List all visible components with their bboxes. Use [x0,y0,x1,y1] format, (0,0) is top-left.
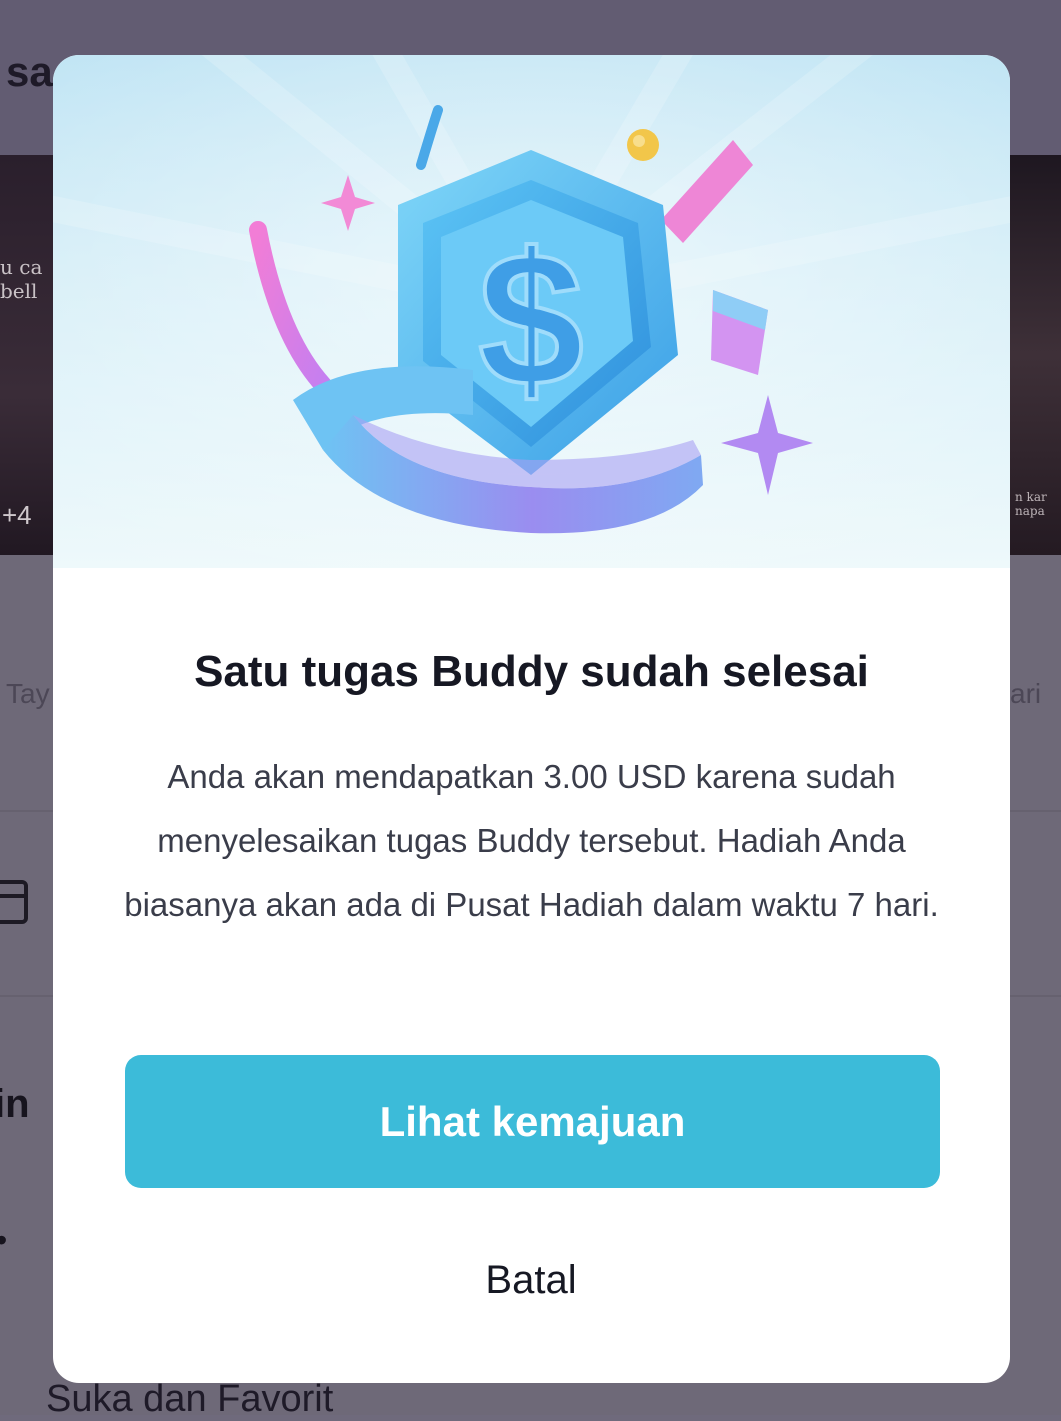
view-progress-button[interactable]: Lihat kemajuan [125,1055,940,1188]
background-header-title: sa [6,48,53,95]
background-media-count: +4 [2,500,32,530]
background-section-title: in [0,1082,30,1126]
dialog-title: Satu tugas Buddy sudah selesai [194,647,869,696]
background-media-left-caption: u ca bell [0,255,43,303]
task-complete-dialog: $ Satu tugas Buddy sudah selesai Anda ak… [53,55,1010,1383]
background-media-left: u ca bell +4 [0,155,60,555]
dialog-description: Anda akan mendapatkan 3.00 USD karena su… [124,758,939,923]
dollar-shield-icon: $ [53,55,1010,568]
background-media-right-caption: n kar napa [1015,490,1047,518]
background-bullet: • [0,1222,7,1259]
svg-text:$: $ [478,214,584,426]
hero-illustration: $ [53,55,1010,568]
gift-icon [0,880,28,924]
background-tab-right: ari [1010,678,1042,709]
background-media-right: n kar napa [1005,155,1061,555]
background-tab-left: Tay [6,678,50,709]
cancel-button[interactable]: Batal [381,1245,681,1315]
